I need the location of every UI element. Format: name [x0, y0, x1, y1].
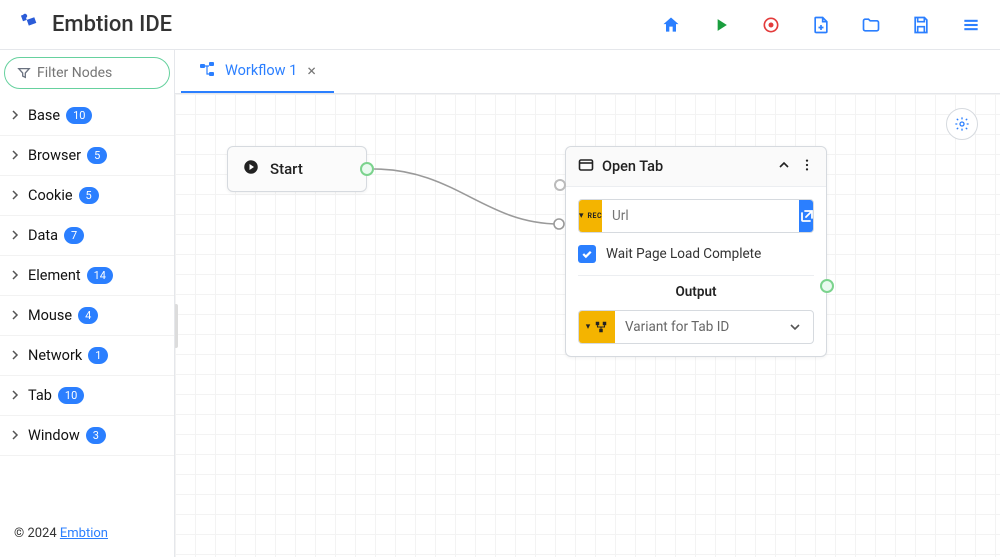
- count-badge: 4: [78, 307, 98, 324]
- sidebar-item-element[interactable]: Element 14: [0, 256, 174, 296]
- count-badge: 7: [64, 227, 84, 244]
- filter-input-wrap[interactable]: [4, 57, 170, 89]
- checkbox-checked-icon[interactable]: [578, 245, 596, 263]
- tab-workflow-1[interactable]: Workflow 1 ×: [181, 50, 334, 93]
- top-toolbar: Embtion IDE: [0, 0, 1000, 50]
- wait-label: Wait Page Load Complete: [606, 246, 761, 262]
- sidebar-collapse-handle[interactable]: [175, 304, 178, 348]
- node-title: Open Tab: [602, 158, 768, 175]
- variant-field[interactable]: ▾ Variant for Tab ID: [578, 310, 814, 344]
- output-port[interactable]: [360, 162, 374, 176]
- url-field[interactable]: ▾REC: [578, 199, 814, 233]
- sidebar-item-label: Browser: [28, 147, 81, 164]
- sidebar-item-label: Element: [28, 267, 81, 284]
- app-logo-block: Embtion IDE: [18, 11, 172, 39]
- collapse-icon[interactable]: [776, 157, 792, 177]
- tab-icon: [578, 157, 594, 177]
- count-badge: 10: [58, 387, 84, 404]
- content-area: Workflow 1 × Start: [175, 50, 1000, 557]
- filter-icon: [17, 66, 31, 80]
- sidebar-item-label: Cookie: [28, 187, 73, 204]
- workflow-icon: [199, 61, 215, 81]
- chevron-right-icon: [10, 347, 20, 364]
- save-icon[interactable]: [910, 14, 932, 36]
- sidebar-item-browser[interactable]: Browser 5: [0, 136, 174, 176]
- stop-icon[interactable]: [760, 14, 782, 36]
- record-prefix[interactable]: ▾REC: [579, 200, 602, 232]
- count-badge: 1: [88, 347, 108, 364]
- more-icon[interactable]: [800, 157, 814, 176]
- play-circle-icon: [242, 158, 260, 180]
- count-badge: 14: [87, 267, 113, 284]
- count-badge: 10: [66, 107, 92, 124]
- sidebar: Base 10 Browser 5 Cookie 5 Data 7 Elemen…: [0, 50, 175, 557]
- home-icon[interactable]: [660, 14, 682, 36]
- chevron-right-icon: [10, 307, 20, 324]
- node-open-tab[interactable]: Open Tab ▾REC Wait Page Load Complete Ou…: [565, 146, 827, 357]
- node-body: ▾REC Wait Page Load Complete Output ▾ Va…: [566, 187, 826, 356]
- editor-tabs: Workflow 1 ×: [175, 50, 1000, 94]
- chevron-right-icon: [10, 187, 20, 204]
- sidebar-footer: © 2024 Embtion: [0, 514, 174, 557]
- output-section-label: Output: [578, 275, 814, 300]
- chevron-right-icon: [10, 427, 20, 444]
- open-folder-icon[interactable]: [860, 14, 882, 36]
- chevron-right-icon: [10, 387, 20, 404]
- sidebar-item-label: Window: [28, 427, 80, 444]
- chevron-right-icon: [10, 107, 20, 124]
- node-start[interactable]: Start: [227, 146, 367, 192]
- sidebar-item-tab[interactable]: Tab 10: [0, 376, 174, 416]
- dropdown-toggle[interactable]: [777, 311, 813, 343]
- chevron-right-icon: [10, 267, 20, 284]
- node-header[interactable]: Open Tab: [566, 147, 826, 187]
- chevron-right-icon: [10, 147, 20, 164]
- input-port[interactable]: [554, 179, 566, 191]
- sidebar-item-window[interactable]: Window 3: [0, 416, 174, 456]
- node-label: Start: [270, 160, 303, 178]
- count-badge: 5: [79, 187, 99, 204]
- sidebar-item-data[interactable]: Data 7: [0, 216, 174, 256]
- count-badge: 5: [87, 147, 107, 164]
- sidebar-item-mouse[interactable]: Mouse 4: [0, 296, 174, 336]
- sidebar-item-label: Tab: [28, 387, 52, 404]
- app-title: Embtion IDE: [52, 12, 172, 37]
- variant-placeholder: Variant for Tab ID: [615, 311, 777, 343]
- sidebar-item-label: Data: [28, 227, 58, 244]
- sidebar-item-base[interactable]: Base 10: [0, 96, 174, 136]
- workflow-canvas[interactable]: Start Open Tab ▾REC: [175, 94, 1000, 557]
- sidebar-item-network[interactable]: Network 1: [0, 336, 174, 376]
- tab-label: Workflow 1: [225, 62, 297, 79]
- sidebar-item-cookie[interactable]: Cookie 5: [0, 176, 174, 216]
- brand-link[interactable]: Embtion: [60, 526, 108, 541]
- filter-input[interactable]: [37, 65, 157, 81]
- open-url-button[interactable]: [799, 200, 814, 232]
- url-input[interactable]: [602, 200, 799, 232]
- menu-icon[interactable]: [960, 14, 982, 36]
- sidebar-list: Base 10 Browser 5 Cookie 5 Data 7 Elemen…: [0, 96, 174, 514]
- sidebar-item-label: Network: [28, 347, 82, 364]
- copyright-text: © 2024: [14, 526, 60, 541]
- canvas-settings-button[interactable]: [946, 108, 978, 140]
- app-logo-icon: [18, 11, 42, 39]
- new-file-icon[interactable]: [810, 14, 832, 36]
- chevron-right-icon: [10, 227, 20, 244]
- wait-checkbox-row[interactable]: Wait Page Load Complete: [578, 243, 814, 265]
- run-icon[interactable]: [710, 14, 732, 36]
- variant-prefix[interactable]: ▾: [579, 311, 615, 343]
- count-badge: 3: [86, 427, 106, 444]
- sidebar-item-label: Base: [28, 107, 60, 124]
- toolbar-actions: [660, 14, 982, 36]
- sidebar-item-label: Mouse: [28, 307, 72, 324]
- close-icon[interactable]: ×: [307, 61, 316, 80]
